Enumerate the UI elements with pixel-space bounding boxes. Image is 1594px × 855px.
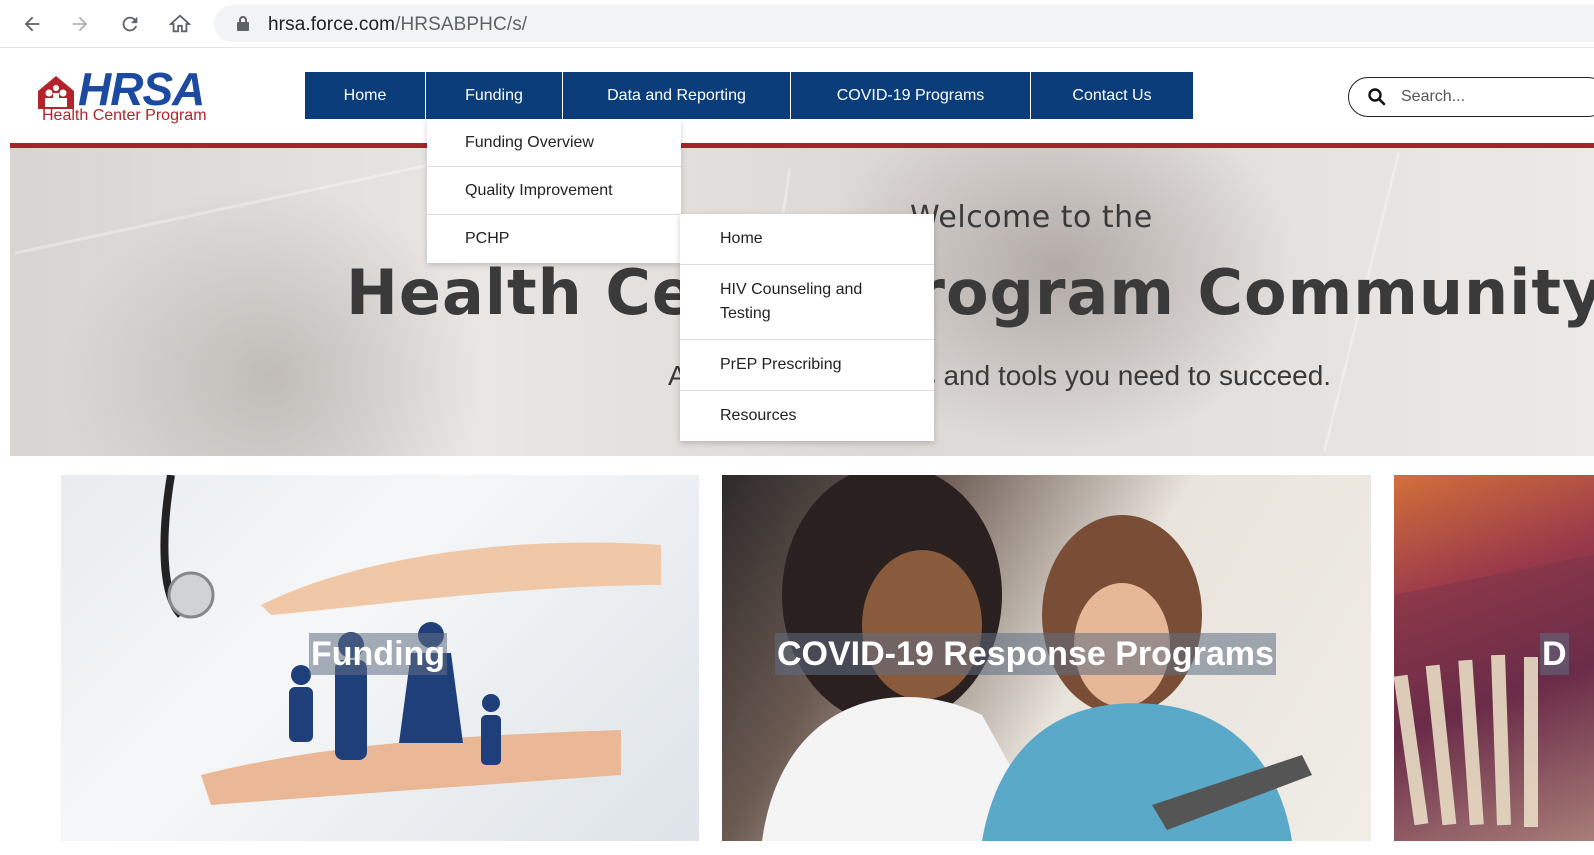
submenu-item-resources[interactable]: Resources bbox=[680, 391, 934, 441]
logo-mark: HRSA bbox=[36, 63, 205, 115]
nav-covid-19-programs[interactable]: COVID-19 Programs bbox=[791, 72, 1031, 119]
nav-home[interactable]: Home bbox=[305, 72, 426, 119]
funding-card-label: Funding bbox=[309, 633, 448, 675]
house-family-icon bbox=[38, 76, 74, 109]
hrsa-logo[interactable]: HRSA Health Center Program bbox=[36, 63, 252, 127]
menu-item-pchp[interactable]: PCHP bbox=[427, 215, 681, 263]
nav-contact-us[interactable]: Contact Us bbox=[1031, 72, 1193, 119]
browser-toolbar: hrsa.force.com/HRSABPHC/s/ bbox=[0, 0, 1594, 48]
menu-item-funding-overview[interactable]: Funding Overview bbox=[427, 119, 681, 167]
covid-response-card[interactable]: COVID-19 Response Programs bbox=[722, 475, 1371, 841]
site-header: HRSA Health Center Program Home Funding … bbox=[0, 49, 1594, 145]
covid-response-card-label: COVID-19 Response Programs bbox=[775, 633, 1276, 675]
url-host: hrsa.force.com bbox=[268, 14, 396, 35]
page: hrsa.force.com/HRSABPHC/s/ HRSA Health C… bbox=[0, 0, 1594, 855]
submenu-item-hiv-counseling-and-testing[interactable]: HIV Counseling and Testing bbox=[680, 265, 934, 340]
logo-subtitle: Health Center Program bbox=[42, 107, 207, 124]
search-input[interactable] bbox=[1401, 86, 1591, 108]
url-text: hrsa.force.com/HRSABPHC/s/ bbox=[268, 14, 527, 36]
funding-dropdown-menu: Funding Overview Quality Improvement PCH… bbox=[427, 119, 681, 263]
url-path: /HRSABPHC/s/ bbox=[395, 14, 528, 35]
nav-funding[interactable]: Funding bbox=[426, 72, 563, 119]
forward-arrow-icon[interactable] bbox=[64, 8, 96, 40]
data-card[interactable]: D bbox=[1394, 475, 1594, 841]
address-bar[interactable]: hrsa.force.com/HRSABPHC/s/ bbox=[214, 5, 1594, 42]
search-icon[interactable] bbox=[1367, 87, 1387, 107]
logo-letters: HRSA bbox=[78, 63, 205, 115]
hero-background-line bbox=[14, 164, 426, 255]
reload-icon[interactable] bbox=[114, 8, 146, 40]
lock-icon bbox=[237, 16, 249, 31]
submenu-item-prep-prescribing[interactable]: PrEP Prescribing bbox=[680, 340, 934, 391]
menu-item-quality-improvement[interactable]: Quality Improvement bbox=[427, 167, 681, 215]
search-box bbox=[1348, 77, 1594, 117]
pchp-submenu: Home HIV Counseling and Testing PrEP Pre… bbox=[680, 214, 934, 441]
back-arrow-icon[interactable] bbox=[16, 8, 48, 40]
hero-welcome: Welcome to the bbox=[910, 200, 1153, 235]
hero-title: Health Center Program Community bbox=[346, 256, 1594, 329]
data-card-label: D bbox=[1540, 633, 1569, 675]
submenu-item-home[interactable]: Home bbox=[680, 214, 934, 265]
nav-data-and-reporting[interactable]: Data and Reporting bbox=[563, 72, 791, 119]
main-nav: Home Funding Data and Reporting COVID-19… bbox=[305, 72, 1193, 119]
home-icon[interactable] bbox=[164, 8, 196, 40]
funding-card[interactable]: Funding bbox=[61, 475, 699, 841]
